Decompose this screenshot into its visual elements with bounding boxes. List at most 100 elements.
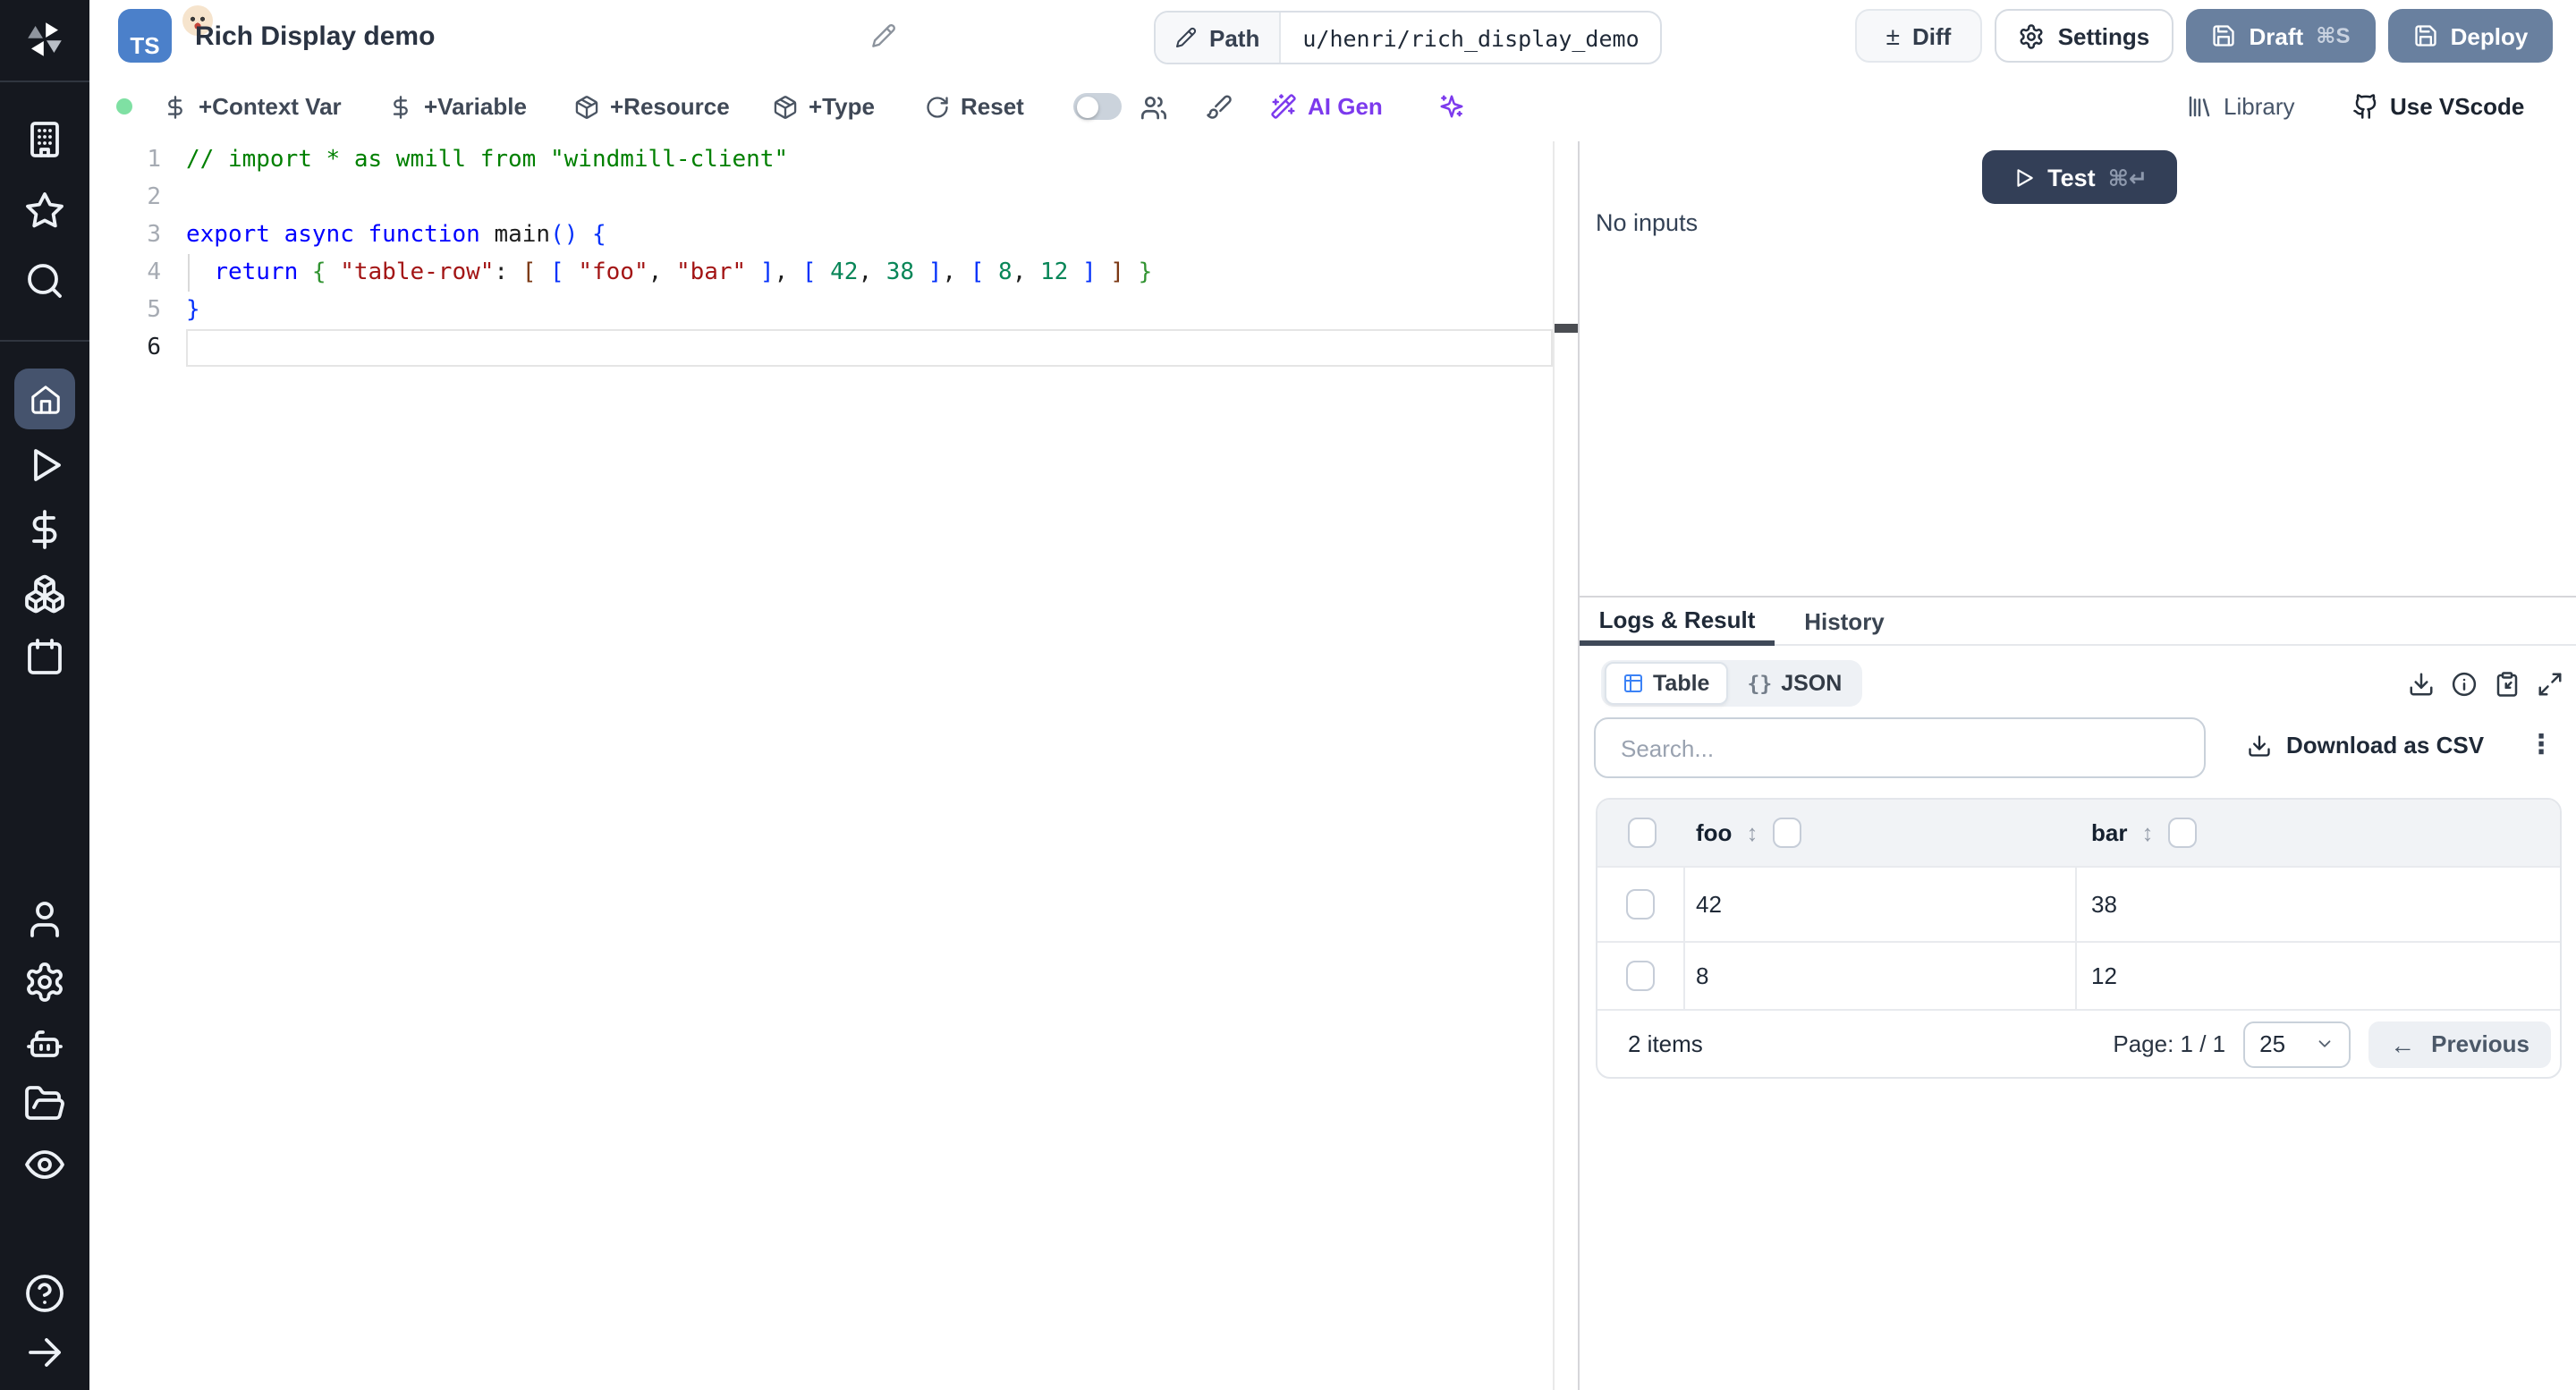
- table-header-row: foo ↕ bar ↕: [1597, 800, 2560, 866]
- diff-mode-toggle[interactable]: [1073, 93, 1122, 120]
- paintbrush-icon: [1206, 93, 1233, 120]
- clipboard-copy-icon[interactable]: [2494, 671, 2521, 698]
- sidebar: [0, 0, 89, 1390]
- package-icon: [773, 94, 798, 119]
- code-editor[interactable]: 1// import * as wmill from "windmill-cli…: [89, 141, 1580, 1390]
- refresh-icon: [925, 94, 950, 119]
- draft-button[interactable]: Draft ⌘S: [2186, 9, 2376, 63]
- line-number: 4: [147, 259, 161, 286]
- add-resource-button[interactable]: +Resource: [574, 72, 730, 141]
- schedules-calendar-icon[interactable]: [23, 635, 66, 678]
- code-line[interactable]: 5}: [89, 292, 1578, 329]
- search-input[interactable]: [1594, 717, 2206, 778]
- arrow-left-icon: ←: [2390, 1030, 2416, 1058]
- audit-eye-icon[interactable]: [23, 1143, 66, 1186]
- sparkles-button[interactable]: [1438, 72, 1465, 141]
- sort-icon[interactable]: ↕: [1746, 819, 1758, 846]
- help-icon[interactable]: [23, 1272, 66, 1315]
- deploy-button[interactable]: Deploy: [2388, 9, 2553, 63]
- tab-logs-result[interactable]: Logs & Result: [1580, 598, 1775, 646]
- row-checkbox[interactable]: [1626, 889, 1655, 920]
- column-header-bar[interactable]: bar: [2091, 819, 2127, 846]
- result-table: foo ↕ bar ↕ 42 38 8 12 2 items Page: 1 /…: [1596, 798, 2562, 1079]
- plus-minus-icon: ±: [1885, 21, 1900, 50]
- typescript-badge: TS: [118, 5, 213, 63]
- expand-arrow-icon[interactable]: [23, 1331, 66, 1374]
- library-button[interactable]: Library: [2186, 72, 2295, 141]
- table-row[interactable]: 42 38: [1597, 866, 2560, 941]
- download-icon[interactable]: [2408, 671, 2435, 698]
- path-field[interactable]: Path u/henri/rich_display_demo: [1154, 11, 1663, 64]
- add-type-button[interactable]: +Type: [773, 72, 875, 141]
- chevron-down-icon: [2315, 1034, 2334, 1054]
- code-line[interactable]: 1// import * as wmill from "windmill-cli…: [89, 141, 1578, 179]
- row-checkbox[interactable]: [1626, 961, 1655, 991]
- code-line[interactable]: 4 return { "table-row": [ [ "foo", "bar"…: [89, 254, 1578, 292]
- dollar-icon: [163, 94, 188, 119]
- no-inputs-label: No inputs: [1596, 209, 1699, 236]
- dollar-icon: [388, 94, 413, 119]
- cell-foo: 42: [1696, 891, 1722, 918]
- format-brush-button[interactable]: [1206, 72, 1233, 141]
- code-line[interactable]: 3 export async function main() {: [89, 216, 1578, 254]
- view-json-button[interactable]: {} JSON: [1731, 664, 1858, 703]
- add-context-var-button[interactable]: +Context Var: [163, 72, 342, 141]
- column-option-checkbox[interactable]: [1772, 818, 1801, 848]
- ai-gen-button[interactable]: AI Gen: [1270, 72, 1383, 141]
- wand-sparkles-icon: [1270, 93, 1297, 120]
- sidebar-item-home[interactable]: [14, 369, 75, 429]
- folders-icon[interactable]: [23, 1082, 66, 1125]
- more-options-kebab-icon[interactable]: ⋮: [2528, 728, 2555, 760]
- download-csv-button[interactable]: Download as CSV: [2247, 732, 2484, 759]
- line-number: 2: [147, 184, 161, 211]
- info-icon[interactable]: [2451, 671, 2478, 698]
- line-number: 6: [147, 335, 161, 361]
- tab-history[interactable]: History: [1801, 598, 1887, 644]
- run-panel: Test ⌘↵ No inputs Logs & Result History …: [1580, 141, 2576, 1390]
- use-vscode-button[interactable]: Use VScode: [2352, 72, 2524, 141]
- page-title: Rich Display demo: [195, 21, 436, 52]
- table-footer: 2 items Page: 1 / 1 25 ← Previous: [1597, 1009, 2560, 1077]
- line-number: 5: [147, 297, 161, 324]
- runs-play-icon[interactable]: [23, 444, 66, 487]
- test-button[interactable]: Test ⌘↵: [1982, 150, 2177, 204]
- pencil-icon: [1175, 27, 1197, 48]
- view-table-button[interactable]: Table: [1605, 662, 1728, 705]
- settings-button[interactable]: Settings: [1995, 9, 2174, 63]
- variables-dollar-icon[interactable]: [23, 508, 66, 551]
- line-number: 3: [147, 222, 161, 249]
- draft-shortcut: ⌘S: [2316, 23, 2351, 48]
- path-value: u/henri/rich_display_demo: [1302, 24, 1640, 51]
- windmill-logo-icon[interactable]: [23, 18, 66, 61]
- user-icon[interactable]: [23, 898, 66, 941]
- save-icon: [2413, 23, 2438, 48]
- code-line[interactable]: 2: [89, 179, 1578, 216]
- resources-boxes-icon[interactable]: [23, 572, 66, 615]
- users-icon: [1140, 92, 1168, 121]
- search-icon[interactable]: [23, 259, 66, 302]
- sort-icon[interactable]: ↕: [2141, 819, 2153, 846]
- select-all-checkbox[interactable]: [1627, 818, 1656, 848]
- header: TS Rich Display demo Path u/henri/rich_d…: [89, 0, 2576, 72]
- settings-gear-icon[interactable]: [23, 961, 66, 1004]
- sidebar-divider: [0, 340, 89, 342]
- diff-button[interactable]: ± Diff: [1855, 9, 1982, 63]
- home-icon: [30, 385, 59, 413]
- edit-summary-pencil-icon[interactable]: [871, 23, 896, 48]
- column-header-foo[interactable]: foo: [1696, 819, 1732, 846]
- add-variable-button[interactable]: +Variable: [388, 72, 527, 141]
- table-icon: [1623, 673, 1644, 694]
- column-option-checkbox[interactable]: [2167, 818, 2197, 848]
- expand-icon[interactable]: [2537, 671, 2563, 698]
- reset-button[interactable]: Reset: [925, 72, 1024, 141]
- page-size-select[interactable]: 25: [2243, 1021, 2351, 1067]
- workers-robot-icon[interactable]: [23, 1021, 66, 1064]
- result-tabbar: Logs & Result History: [1580, 598, 2576, 646]
- collaborators-button[interactable]: [1140, 72, 1168, 141]
- overview-ruler[interactable]: [1553, 141, 1580, 1390]
- workspace-building-icon[interactable]: [23, 118, 66, 161]
- save-icon: [2212, 23, 2237, 48]
- table-row[interactable]: 8 12: [1597, 941, 2560, 1009]
- favorites-star-icon[interactable]: [23, 190, 66, 233]
- previous-page-button[interactable]: ← Previous: [2368, 1021, 2551, 1067]
